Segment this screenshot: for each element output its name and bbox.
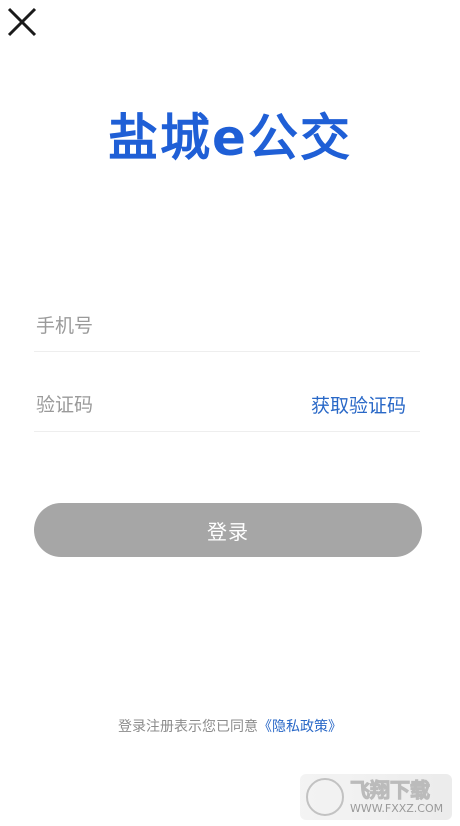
phone-input[interactable] <box>34 300 420 351</box>
agreement-prefix: 登录注册表示您已同意 <box>118 719 258 735</box>
phone-field <box>34 300 420 352</box>
watermark: 飞翔下载 WWW.FXXZ.COM <box>300 774 452 820</box>
app-logo: 盐城e公交 <box>108 109 352 167</box>
watermark-logo-icon <box>306 778 344 816</box>
watermark-url: WWW.FXXZ.COM <box>350 802 444 815</box>
close-icon <box>7 7 37 37</box>
login-button[interactable]: 登录 <box>34 503 422 557</box>
watermark-title: 飞翔下载 <box>349 778 430 802</box>
agreement-text: 登录注册表示您已同意《隐私政策》 <box>0 716 460 736</box>
verification-code-field: 获取验证码 <box>34 378 420 432</box>
verification-code-input[interactable] <box>34 378 311 431</box>
privacy-policy-link[interactable]: 《隐私政策》 <box>258 719 342 735</box>
get-code-button[interactable]: 获取验证码 <box>311 391 420 418</box>
close-button[interactable] <box>4 4 40 40</box>
